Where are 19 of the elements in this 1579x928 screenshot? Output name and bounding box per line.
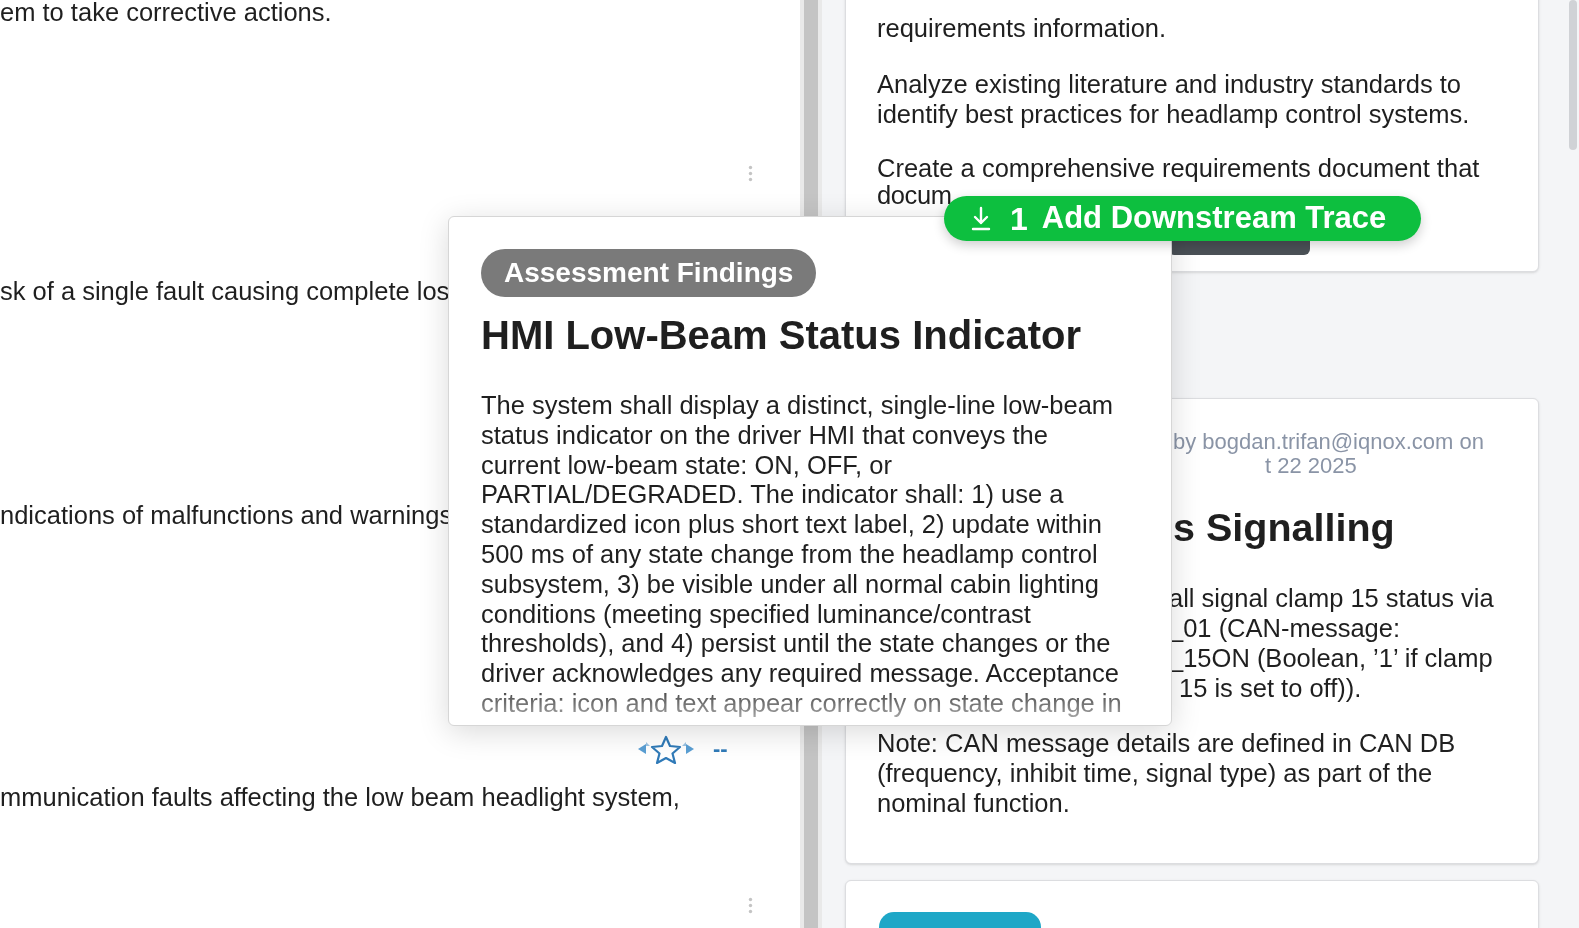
row-text: ndications of malfunctions and warnings (0, 500, 453, 530)
body-text: _01 (CAN-message: (1169, 613, 1401, 643)
trace-count: 1 (1010, 199, 1028, 239)
row-text: mmunication faults affecting the low beam headlight system, (0, 782, 680, 812)
popup-title: HMI Low-Beam Status Indicator (481, 313, 1082, 357)
row-text: em to take corrective actions. (0, 0, 332, 27)
paragraph: requirements information. (877, 13, 1168, 43)
card-title: s Signalling (1173, 504, 1396, 550)
category-badge: Assessment Findings (481, 249, 817, 297)
created-by-text: t 22 2025 (1265, 454, 1357, 478)
button-label: Add Downstream Trace (1041, 198, 1387, 237)
row-text: sk of a single fault causing complete los (0, 276, 450, 306)
created-by-text: by bogdan.trifan@iqnox.com on (1173, 430, 1485, 454)
paragraph: Analyze existing literature and industry standards to identify best practices for headlamp control systems. (877, 69, 1471, 129)
body-text: 15 is set to off)). (1178, 673, 1363, 703)
body-text: _15ON (Boolean, ’1’ if clamp (1169, 643, 1494, 673)
paragraph: Create a comprehensive requirements document that (877, 153, 1481, 183)
trace-count: -- (713, 735, 728, 763)
note-text: Note: CAN message details are defined in CAN DB (frequency, inhibit time, signal type) as part of the nominal function. (877, 728, 1457, 818)
